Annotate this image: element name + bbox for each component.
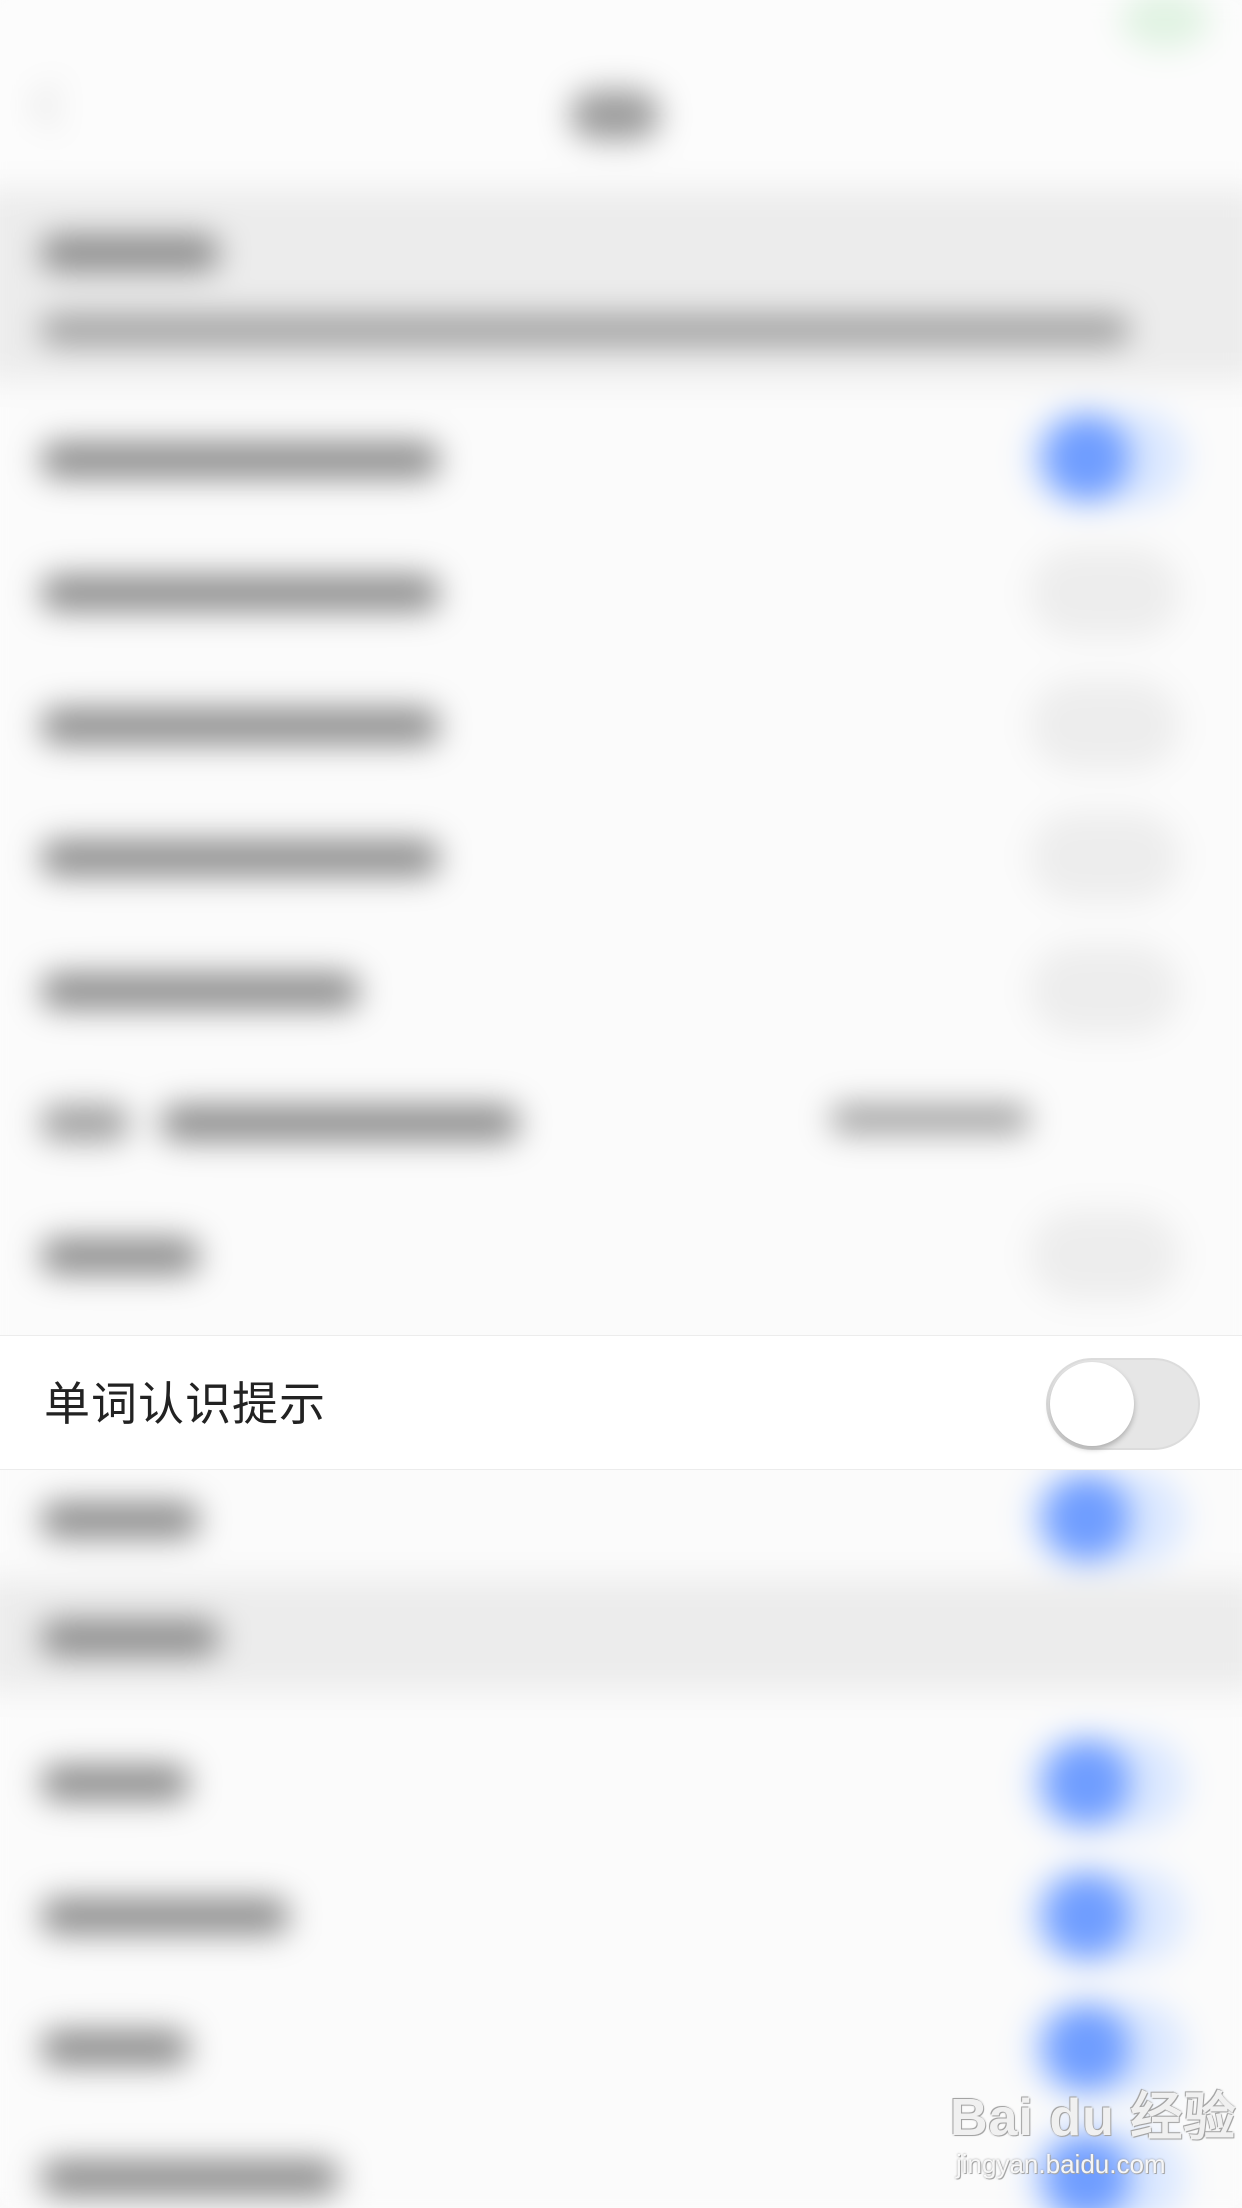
blurred-text [40, 1238, 200, 1274]
blurred-text [40, 575, 440, 611]
blurred-toggle [1030, 548, 1180, 638]
blurred-text [40, 442, 440, 478]
blurred-toggle [1026, 410, 1186, 506]
blurred-toggle [1030, 680, 1180, 770]
watermark-url: jingyan.baidu.com [956, 2149, 1166, 2179]
nav-title-blurred [570, 90, 660, 140]
status-indicator [1120, 0, 1210, 50]
blurred-toggle [1026, 1735, 1186, 1831]
blurred-toggle [1030, 1210, 1180, 1300]
watermark-logo: Bai du 经验 [950, 2089, 1237, 2147]
blurred-text [40, 1765, 190, 1801]
settings-screen: 单词认识提示 Bai du 经验 jingyan.baidu.com [0, 0, 1242, 2208]
blurred-text [40, 2030, 190, 2066]
blurred-text [40, 1105, 130, 1141]
setting-label: 单词认识提示 [44, 1377, 326, 1431]
blurred-text [830, 1105, 1030, 1133]
blurred-text [40, 973, 360, 1009]
blurred-text [160, 1105, 520, 1141]
word-recognition-hint-setting: 单词认识提示 [0, 1335, 1242, 1470]
blurred-text [40, 708, 440, 744]
blurred-text [40, 1502, 200, 1538]
blurred-text [40, 1898, 290, 1934]
blurred-toggle [1030, 812, 1180, 902]
blurred-settings-background [0, 0, 1242, 2208]
blurred-text [40, 2160, 340, 2196]
blurred-text [40, 1620, 220, 1656]
nav-bar [0, 0, 1242, 180]
toggle-knob [1050, 1362, 1134, 1446]
blurred-text [40, 840, 440, 876]
blurred-toggle [1026, 1868, 1186, 1964]
section-header-blurred [0, 190, 1242, 380]
word-recognition-hint-toggle[interactable] [1046, 1358, 1200, 1450]
blurred-text [40, 315, 1130, 345]
blurred-toggle [1026, 1470, 1186, 1566]
back-arrow-icon [33, 83, 78, 128]
baidu-jingyan-watermark: Bai du 经验 jingyan.baidu.com [950, 2075, 1235, 2185]
blurred-text [40, 235, 220, 271]
blurred-toggle [1030, 945, 1180, 1035]
